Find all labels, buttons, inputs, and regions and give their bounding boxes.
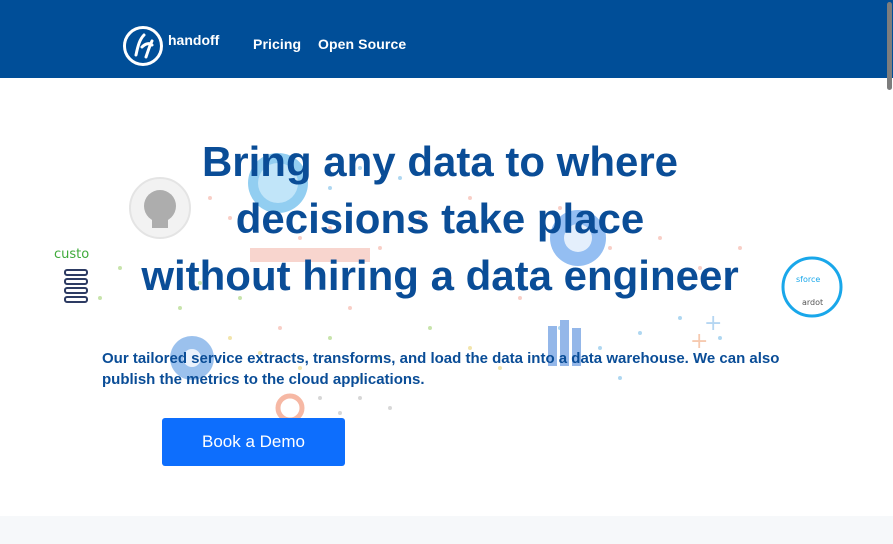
- salesforce-pardot-icon: sforce ardot: [781, 256, 843, 318]
- hero-headline-line-2: decisions take place: [235, 195, 645, 242]
- handoff-logo-icon: [123, 26, 163, 66]
- next-section-strip: [0, 516, 893, 544]
- background-fragment-ardot: ardot: [802, 298, 823, 307]
- page-scrollbar-thumb[interactable]: [887, 2, 892, 90]
- background-fragment-sforce: sforce: [796, 275, 820, 284]
- hero-headline-line-1: Bring any data to where: [201, 138, 679, 185]
- nav-link-open-source[interactable]: Open Source: [318, 36, 406, 52]
- brand-name: handoff: [168, 32, 220, 48]
- database-server-icon: [64, 269, 88, 303]
- hero-headline-line-3: without hiring a data engineer: [141, 252, 739, 299]
- hero-subtext: Our tailored service extracts, transform…: [102, 350, 780, 388]
- book-demo-button[interactable]: Book a Demo: [162, 418, 345, 466]
- home-logo-link[interactable]: handoff: [122, 24, 219, 68]
- top-navbar: handoff Pricing Open Source: [0, 0, 893, 78]
- hero-headline: Bring any data to where decisions take p…: [100, 133, 780, 304]
- nav-link-pricing[interactable]: Pricing: [253, 36, 301, 52]
- background-fragment-custo: custo: [54, 247, 89, 262]
